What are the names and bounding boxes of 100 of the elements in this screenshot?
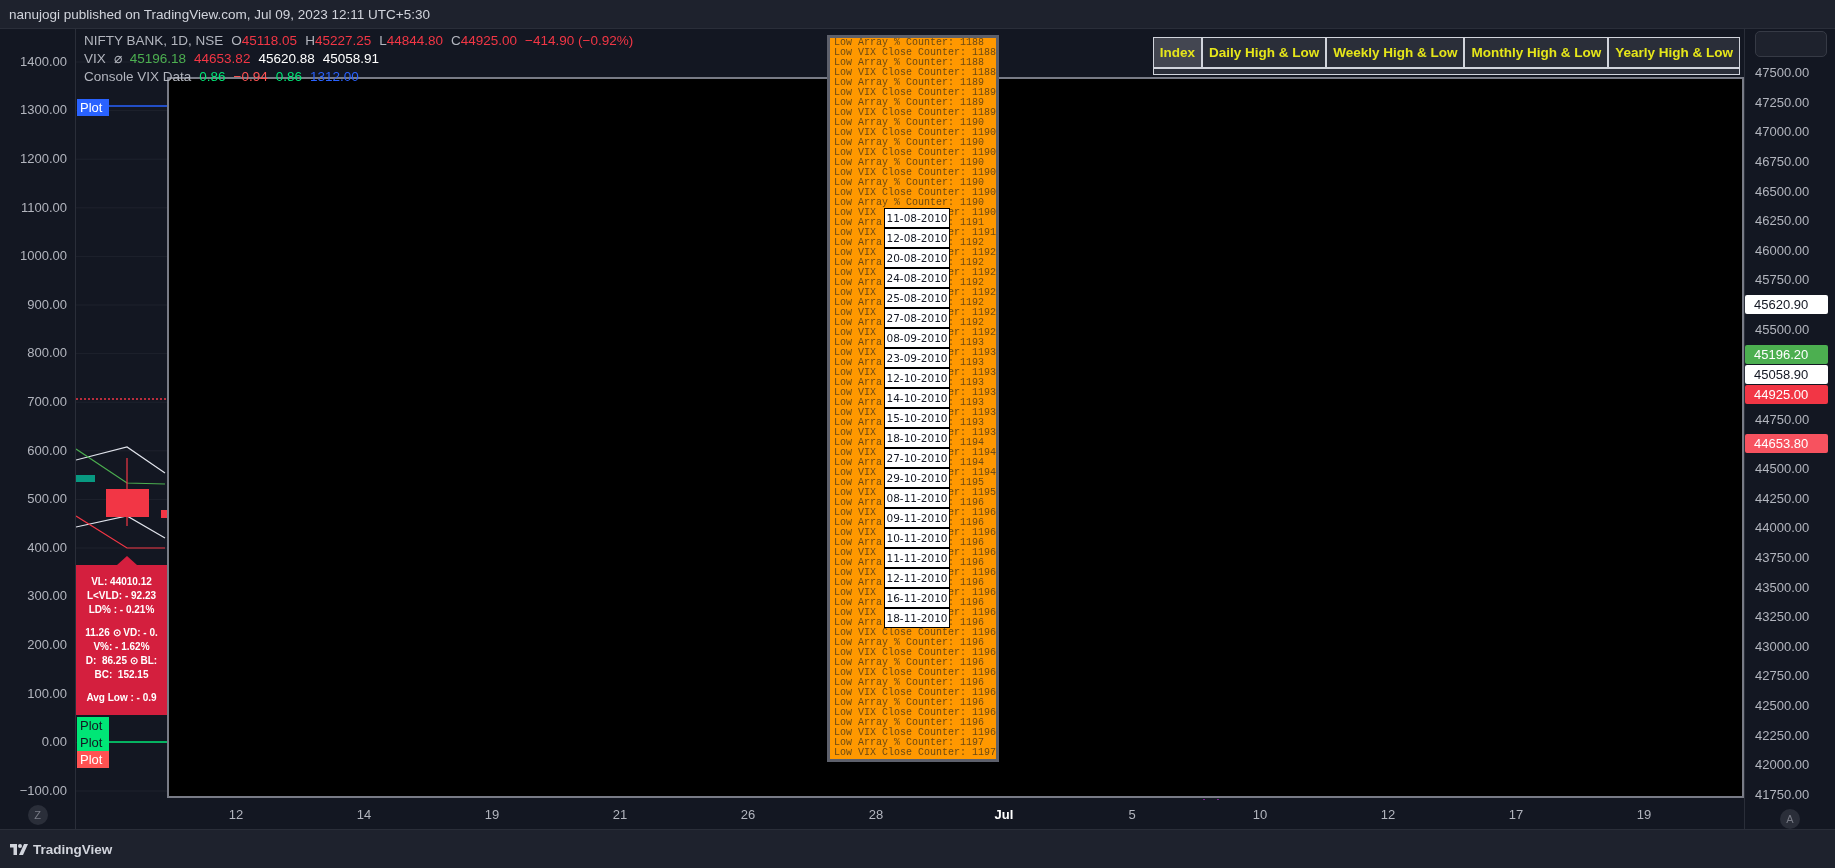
- log-line: Low VIX Close Counter: 1190: [834, 148, 996, 158]
- log-line: Low VIX Close Counter: 1188: [834, 48, 996, 58]
- date-label: 18-11-2010: [884, 608, 950, 628]
- log-line: Low VIX Close Counter: 1196: [834, 668, 996, 678]
- log-line: Low Array % Counter: 1190: [834, 198, 985, 208]
- log-fragment: : 1196: [948, 598, 986, 608]
- log-fragment: : 1196: [948, 538, 986, 548]
- log-fragment: : 1193: [948, 418, 986, 428]
- axis-label: 46500.00: [1755, 183, 1810, 199]
- time-label: Jul: [994, 807, 1014, 822]
- series-value: 0.86: [199, 68, 226, 84]
- axis-label: 1300.00: [20, 102, 67, 118]
- axis-label: 46750.00: [1755, 154, 1810, 170]
- info-text: Avg Low : - 0.9: [86, 691, 157, 705]
- log-line: Low VIX Close Counter: 1189: [834, 108, 996, 118]
- axis-label: 47250.00: [1755, 94, 1810, 110]
- axis-label: 42500.00: [1755, 698, 1810, 713]
- log-line: Low Array % Counter: 1190: [834, 158, 985, 168]
- axis-label: 44500.00: [1755, 461, 1810, 477]
- log-line: Low VIX Close Counter: 1189: [834, 88, 996, 98]
- log-fragment: : 1192: [948, 278, 986, 288]
- log-fragment: : 1193: [948, 338, 986, 348]
- logo-icon: [10, 843, 28, 855]
- log-line: Low Array % Counter: 1188: [834, 38, 985, 48]
- log-line: Low VIX Close Counter: 1196: [834, 708, 996, 718]
- scale-button[interactable]: Z: [27, 805, 48, 825]
- time-label: 26: [739, 807, 757, 822]
- axis-label: 400.00: [27, 539, 67, 555]
- date-label: 20-08-2010: [884, 248, 950, 268]
- info-text: V%: - 1.62%: [93, 640, 150, 654]
- publish-info: nanujogi published on TradingView.com, Jul 09, 2023 12:11 UTC+5:30: [9, 6, 430, 22]
- column-header: Daily High & Low: [1200, 38, 1326, 67]
- series-value: L44844.80: [379, 32, 443, 48]
- log-line: Low VIX Close Counter: 1190: [834, 188, 996, 198]
- date-label: 18-10-2010: [884, 428, 950, 448]
- candle: [161, 510, 167, 518]
- axis-label: 43500.00: [1755, 579, 1810, 595]
- info-text: VL: 44010.12: [91, 575, 152, 589]
- log-fragment: : 1196: [948, 518, 986, 528]
- axis-label: 200.00: [27, 636, 67, 652]
- axis-label: 41750.00: [1755, 786, 1810, 802]
- date-label: 27-08-2010: [884, 308, 950, 328]
- date-label: 29-10-2010: [884, 468, 950, 488]
- log-line: Low Array % Counter: 1189: [834, 78, 985, 88]
- log-line: Low Array % Counter: 1190: [834, 118, 985, 128]
- info-text: D: 86.25 ⊙ BL:: [85, 654, 158, 668]
- plot-tag: Plot: [77, 717, 109, 734]
- date-label: 24-08-2010: [884, 268, 950, 288]
- log-line: Low VIX Close Counter: 1197: [834, 748, 996, 758]
- log-line: Low VIX Close Counter: 1188: [834, 68, 996, 78]
- axis-label: 44750.00: [1755, 411, 1810, 427]
- time-label: 28: [867, 807, 885, 822]
- date-label: 12-10-2010: [884, 368, 950, 388]
- axis-label: 44250.00: [1755, 490, 1810, 506]
- date-label: 14-10-2010: [884, 388, 950, 408]
- log-fragment: : 1192: [948, 238, 986, 248]
- price-tag: 45196.20: [1745, 344, 1828, 364]
- log-fragment: : 1192: [948, 298, 986, 308]
- log-line: Low VIX Close Counter: 1196: [834, 628, 996, 638]
- series-value: 45058.91: [322, 50, 379, 66]
- log-fragment: : 1194: [948, 438, 986, 448]
- log-line: Low VIX Close Counter: 1196: [834, 728, 996, 738]
- date-label: 27-10-2010: [884, 448, 950, 468]
- log-line: Low VIX Close Counter: 1196: [834, 648, 996, 658]
- date-label: 09-11-2010: [884, 508, 950, 528]
- log-fragment: : 1192: [948, 318, 986, 328]
- date-label: 12-11-2010: [884, 568, 950, 588]
- time-label: 12: [227, 807, 245, 822]
- log-fragment: : 1191: [948, 218, 986, 228]
- time-label: 5: [1127, 807, 1137, 822]
- axis-label: 43000.00: [1755, 638, 1810, 654]
- candle: [106, 457, 149, 527]
- date-label: 11-11-2010: [884, 548, 950, 568]
- series-value: 1312.00: [310, 68, 359, 84]
- date-label: 25-08-2010: [884, 288, 950, 308]
- axis-label: 600.00: [27, 442, 67, 458]
- auto-scale-button[interactable]: A: [1780, 809, 1800, 830]
- empty-button[interactable]: [1755, 31, 1827, 57]
- axis-label: 43250.00: [1755, 609, 1810, 625]
- time-label: 14: [355, 807, 373, 822]
- price-tag: 45058.90: [1745, 364, 1828, 384]
- axis-label: −100.00: [19, 782, 67, 798]
- time-label: 21: [611, 807, 629, 822]
- axis-label: 45500.00: [1755, 322, 1810, 338]
- visibility-glyph[interactable]: ⌀: [113, 50, 122, 66]
- log-fragment: : 1194: [948, 458, 986, 468]
- log-line: Low Array % Counter: 1188: [834, 58, 985, 68]
- log-fragment: : 1196: [948, 578, 986, 588]
- series-value: H45227.25: [305, 32, 372, 48]
- axis-label: 0.00: [41, 734, 67, 750]
- log-fragment: : 1193: [948, 378, 986, 388]
- info-text: L<VLD: - 92.23: [86, 589, 157, 603]
- axis-label: 700.00: [27, 393, 67, 409]
- series-title: NIFTY BANK, 1D, NSE: [84, 32, 224, 48]
- time-label: 12: [1379, 807, 1397, 822]
- axis-label: 42750.00: [1755, 668, 1810, 684]
- log-line: Low Array % Counter: 1196: [834, 718, 985, 728]
- date-label: 23-09-2010: [884, 348, 950, 368]
- column-header: Weekly High & Low: [1325, 38, 1464, 67]
- series-value: 45196.18: [129, 50, 187, 66]
